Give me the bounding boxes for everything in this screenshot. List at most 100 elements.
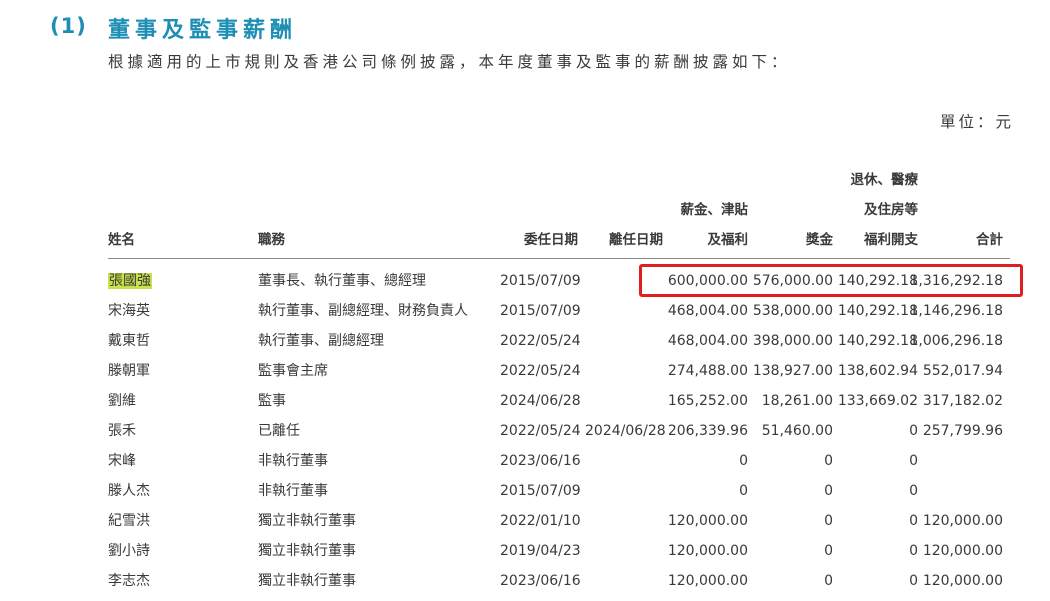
cell-resigned-date: 2024/06/28 [585, 423, 666, 439]
header-pension-line1: 退休、醫療 [850, 172, 919, 188]
cell-total [905, 476, 1003, 506]
cell-resigned-date [585, 326, 663, 356]
header-pension-line3: 福利開支 [864, 232, 918, 248]
cell-appointed-date: 2022/05/24 [500, 333, 581, 349]
table-row: 滕人杰 非執行董事 2015/07/09 0 0 0 [0, 476, 1050, 506]
unit-label: 單位：元 [939, 113, 1014, 131]
table-row: 宋海英 執行董事、副總經理、財務負責人 2015/07/09 468,004.00 53… [0, 296, 1050, 326]
cell-bonus: 0 [824, 483, 833, 499]
cell-total: 317,182.02 [922, 393, 1003, 409]
cell-appointed-date: 2022/05/24 [500, 363, 581, 379]
cell-total [905, 446, 1003, 476]
table-row: 劉小詩 獨立非執行董事 2019/04/23 120,000.00 0 0 120,000.… [0, 536, 1050, 566]
table-row: 滕朝軍 監事會主席 2022/05/24 274,488.00 138,927.00 13… [0, 356, 1050, 386]
intro-text: 根據適用的上市規則及香港公司條例披露，本年度董事及監事的薪酬披露如下： [108, 53, 791, 71]
cell-bonus: 18,261.00 [761, 393, 833, 409]
header-pension-line2: 及住房等 [864, 202, 918, 218]
header-salary-line1: 薪金、津貼 [680, 202, 749, 218]
cell-salary: 206,339.96 [667, 423, 748, 439]
cell-total: 120,000.00 [922, 543, 1003, 559]
cell-position: 獨立非執行董事 [258, 543, 356, 559]
cell-position: 執行董事、副總經理 [258, 333, 384, 349]
header-salary-line2: 及福利 [707, 232, 749, 248]
header-name: 姓名 [108, 232, 135, 248]
cell-salary: 274,488.00 [667, 363, 748, 379]
table-row: 紀雪洪 獨立非執行董事 2022/01/10 120,000.00 0 0 120,000.… [0, 506, 1050, 536]
header-bonus: 獎金 [806, 232, 833, 248]
cell-name: 宋海英 [108, 303, 150, 319]
cell-name: 劉小詩 [108, 543, 150, 559]
cell-salary: 120,000.00 [667, 513, 748, 529]
header-position: 職務 [258, 232, 285, 248]
cell-position: 監事 [258, 393, 286, 409]
cell-appointed-date: 2015/07/09 [500, 273, 581, 289]
cell-name: 滕朝軍 [108, 363, 150, 379]
cell-total: 257,799.96 [922, 423, 1003, 439]
cell-name: 戴東哲 [108, 333, 150, 349]
cell-salary: 165,252.00 [667, 393, 748, 409]
cell-name: 宋峰 [108, 453, 136, 469]
cell-position: 執行董事、副總經理、財務負責人 [258, 303, 468, 319]
cell-bonus: 0 [824, 453, 833, 469]
cell-position: 獨立非執行董事 [258, 513, 356, 529]
cell-resigned-date [585, 566, 663, 596]
cell-bonus: 538,000.00 [752, 303, 833, 319]
cell-total: 1,006,296.18 [909, 333, 1003, 349]
header-total: 合計 [976, 232, 1003, 248]
cell-name: 張禾 [108, 423, 136, 439]
cell-salary: 120,000.00 [667, 573, 748, 589]
cell-name: 張國強 [108, 266, 248, 296]
cell-position: 董事長、執行董事、總經理 [258, 273, 426, 289]
cell-appointed-date: 2022/01/10 [500, 513, 581, 529]
cell-bonus: 0 [824, 543, 833, 559]
cell-total: 120,000.00 [922, 513, 1003, 529]
cell-bonus: 398,000.00 [752, 333, 833, 349]
table-row: 宋峰 非執行董事 2023/06/16 0 0 0 [0, 446, 1050, 476]
cell-name: 滕人杰 [108, 483, 150, 499]
cell-position: 獨立非執行董事 [258, 573, 356, 589]
cell-total: 1,146,296.18 [909, 303, 1003, 319]
section-number: (1) [50, 14, 87, 38]
cell-resigned-date [585, 296, 663, 326]
cell-resigned-date [585, 476, 663, 506]
cell-resigned-date [585, 536, 663, 566]
cell-appointed-date: 2023/06/16 [500, 573, 581, 589]
table-row: 張禾 已離任 2022/05/24 2024/06/28 206,339.96 51,46… [0, 416, 1050, 446]
cell-total: 552,017.94 [922, 363, 1003, 379]
cell-salary: 0 [739, 483, 748, 499]
cell-bonus: 138,927.00 [752, 363, 833, 379]
header-appointed-date: 委任日期 [524, 232, 578, 248]
section-title: 董事及監事薪酬 [108, 18, 298, 43]
table-row: 戴東哲 執行董事、副總經理 2022/05/24 468,004.00 398,000.… [0, 326, 1050, 356]
highlighted-name: 張國強 [108, 273, 152, 289]
cell-salary: 468,004.00 [667, 303, 748, 319]
cell-name: 李志杰 [108, 573, 150, 589]
cell-resigned-date [585, 446, 663, 476]
cell-total: 120,000.00 [922, 573, 1003, 589]
annotation-highlight-box [639, 264, 1023, 297]
cell-bonus: 0 [824, 513, 833, 529]
header-divider [108, 258, 1010, 259]
cell-resigned-date [585, 356, 663, 386]
header-resigned-date: 離任日期 [609, 232, 663, 248]
cell-bonus: 51,460.00 [761, 423, 833, 439]
cell-position: 非執行董事 [258, 483, 328, 499]
cell-bonus: 0 [824, 573, 833, 589]
table-row: 劉維 監事 2024/06/28 165,252.00 18,261.00 133,669… [0, 386, 1050, 416]
cell-appointed-date: 2015/07/09 [500, 303, 581, 319]
cell-appointed-date: 2015/07/09 [500, 483, 581, 499]
cell-appointed-date: 2023/06/16 [500, 453, 581, 469]
cell-salary: 468,004.00 [667, 333, 748, 349]
cell-name: 紀雪洪 [108, 513, 150, 529]
cell-position: 已離任 [258, 423, 300, 439]
table-row: 李志杰 獨立非執行董事 2023/06/16 120,000.00 0 0 120,000.… [0, 566, 1050, 596]
cell-position: 監事會主席 [258, 363, 328, 379]
cell-appointed-date: 2024/06/28 [500, 393, 581, 409]
cell-position: 非執行董事 [258, 453, 328, 469]
cell-appointed-date: 2019/04/23 [500, 543, 581, 559]
cell-appointed-date: 2022/05/24 [500, 423, 581, 439]
cell-name: 劉維 [108, 393, 136, 409]
cell-salary: 120,000.00 [667, 543, 748, 559]
cell-resigned-date [585, 506, 663, 536]
cell-salary: 0 [739, 453, 748, 469]
